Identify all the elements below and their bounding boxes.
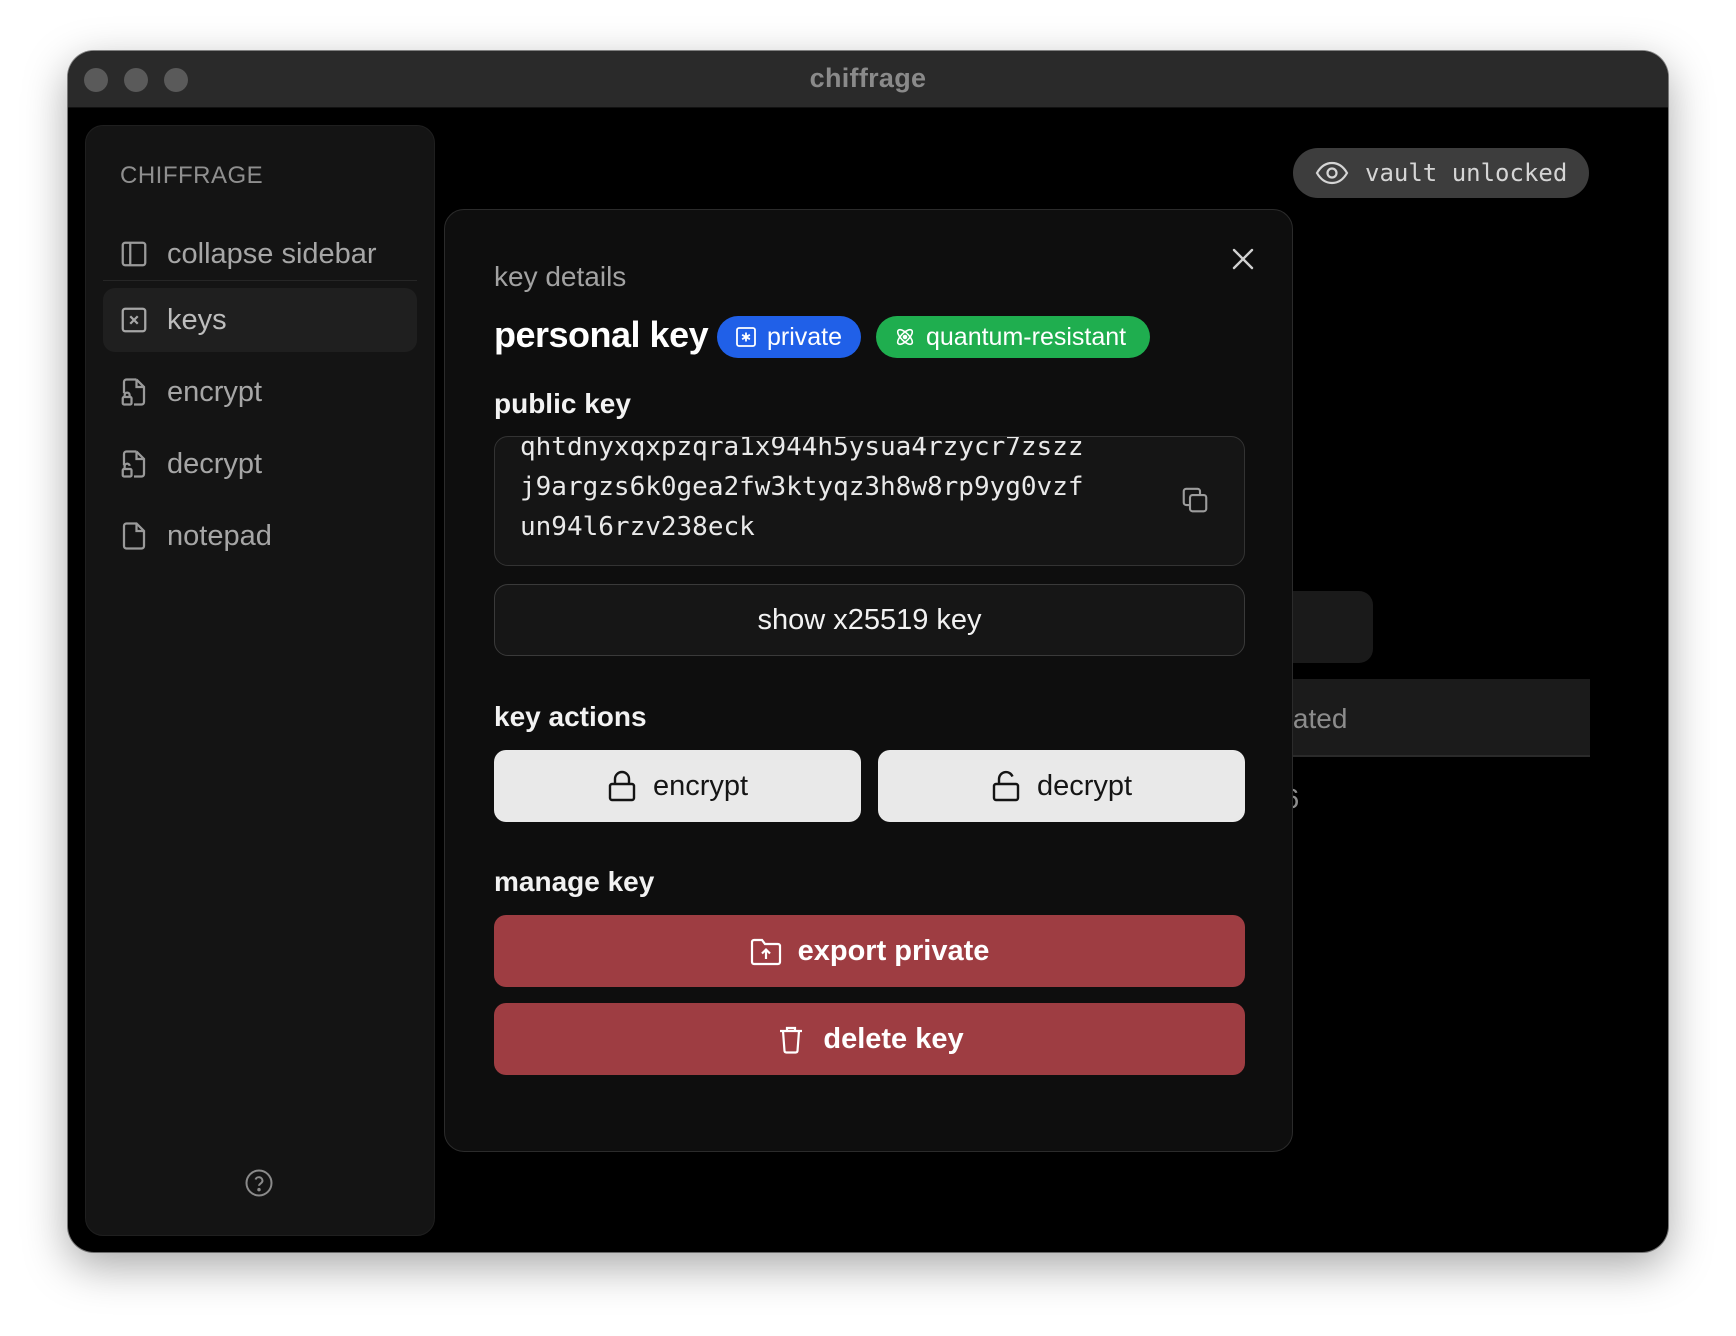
dialog-subtitle: key details: [494, 261, 627, 292]
sidebar-item-decrypt[interactable]: decrypt: [103, 432, 417, 496]
public-key-text[interactable]: qhtdnyxqxpzqra1x944h5ysua4rzycr7zszz j9a…: [520, 436, 1140, 547]
encrypt-label: encrypt: [652, 769, 749, 802]
quantum-resistant-badge: quantum-resistant: [876, 316, 1150, 358]
help-icon[interactable]: [244, 1168, 274, 1198]
encrypt-button[interactable]: encrypt: [494, 750, 861, 822]
copy-icon[interactable]: [1180, 485, 1210, 515]
sidebar-panel-icon: [119, 239, 149, 269]
show-x25519-key-button[interactable]: show x25519 key: [494, 584, 1245, 656]
public-key-line: qhtdnyxqxpzqra1x944h5ysua4rzycr7zszz: [520, 436, 1084, 462]
atom-icon: [896, 328, 914, 346]
delete-key-label: delete key: [823, 1022, 964, 1055]
sidebar-item-label: keys: [167, 303, 227, 336]
manage-key-heading: manage key: [494, 866, 655, 897]
public-key-line: un94l6rzv238eck: [520, 512, 755, 542]
file-icon: [119, 521, 149, 551]
unlock-icon: [992, 770, 1020, 802]
sidebar-item-label: decrypt: [167, 447, 263, 480]
delete-key-button[interactable]: delete key: [494, 1003, 1245, 1075]
asterisk-square-icon: [736, 327, 756, 347]
sidebar-brand: CHIFFRAGE: [120, 162, 264, 189]
background-table-header: reated: [1268, 679, 1590, 757]
sidebar-item-label: notepad: [167, 519, 272, 552]
private-badge: private: [717, 316, 861, 358]
lock-icon: [608, 770, 636, 802]
file-lock-icon: [119, 377, 149, 407]
folder-upload-icon: [750, 938, 781, 966]
title-bar: chiffrage: [68, 51, 1668, 108]
eye-icon: [1315, 161, 1349, 185]
public-key-line: j9argzs6k0gea2fw3ktyqz3h8w8rp9yg0vzf: [520, 472, 1084, 502]
sidebar-divider: [103, 280, 417, 281]
sidebar-item-label: encrypt: [167, 375, 263, 408]
vault-status-label: vault unlocked: [1365, 159, 1568, 187]
public-key-field[interactable]: qhtdnyxqxpzqra1x944h5ysua4rzycr7zszz j9a…: [494, 436, 1245, 566]
sidebar-item-keys[interactable]: keys: [103, 288, 417, 352]
key-x-icon: [119, 305, 149, 335]
badge-label: quantum-resistant: [926, 322, 1127, 351]
public-key-heading: public key: [494, 388, 631, 419]
collapse-sidebar-button[interactable]: collapse sidebar: [103, 222, 417, 286]
window-title: chiffrage: [809, 63, 927, 93]
sidebar: CHIFFRAGE collapse sidebar keys encrypt: [85, 125, 435, 1236]
key-details-dialog: key details personal key private quantum…: [444, 209, 1293, 1152]
vault-status-badge[interactable]: vault unlocked: [1293, 148, 1589, 198]
export-private-label: export private: [797, 934, 990, 967]
file-unlock-icon: [119, 449, 149, 479]
dialog-title: personal key: [494, 314, 709, 355]
collapse-sidebar-label: collapse sidebar: [167, 237, 377, 270]
decrypt-label: decrypt: [1036, 769, 1133, 802]
export-private-button[interactable]: export private: [494, 915, 1245, 987]
badge-label: private: [767, 322, 843, 351]
close-icon[interactable]: [1230, 246, 1256, 272]
app-window: chiffrage CHIFFRAGE collapse sidebar key…: [68, 51, 1668, 1252]
decrypt-button[interactable]: decrypt: [878, 750, 1245, 822]
sidebar-item-encrypt[interactable]: encrypt: [103, 360, 417, 424]
trash-icon: [780, 1026, 803, 1054]
key-actions-heading: key actions: [494, 701, 647, 732]
sidebar-item-notepad[interactable]: notepad: [103, 504, 417, 568]
